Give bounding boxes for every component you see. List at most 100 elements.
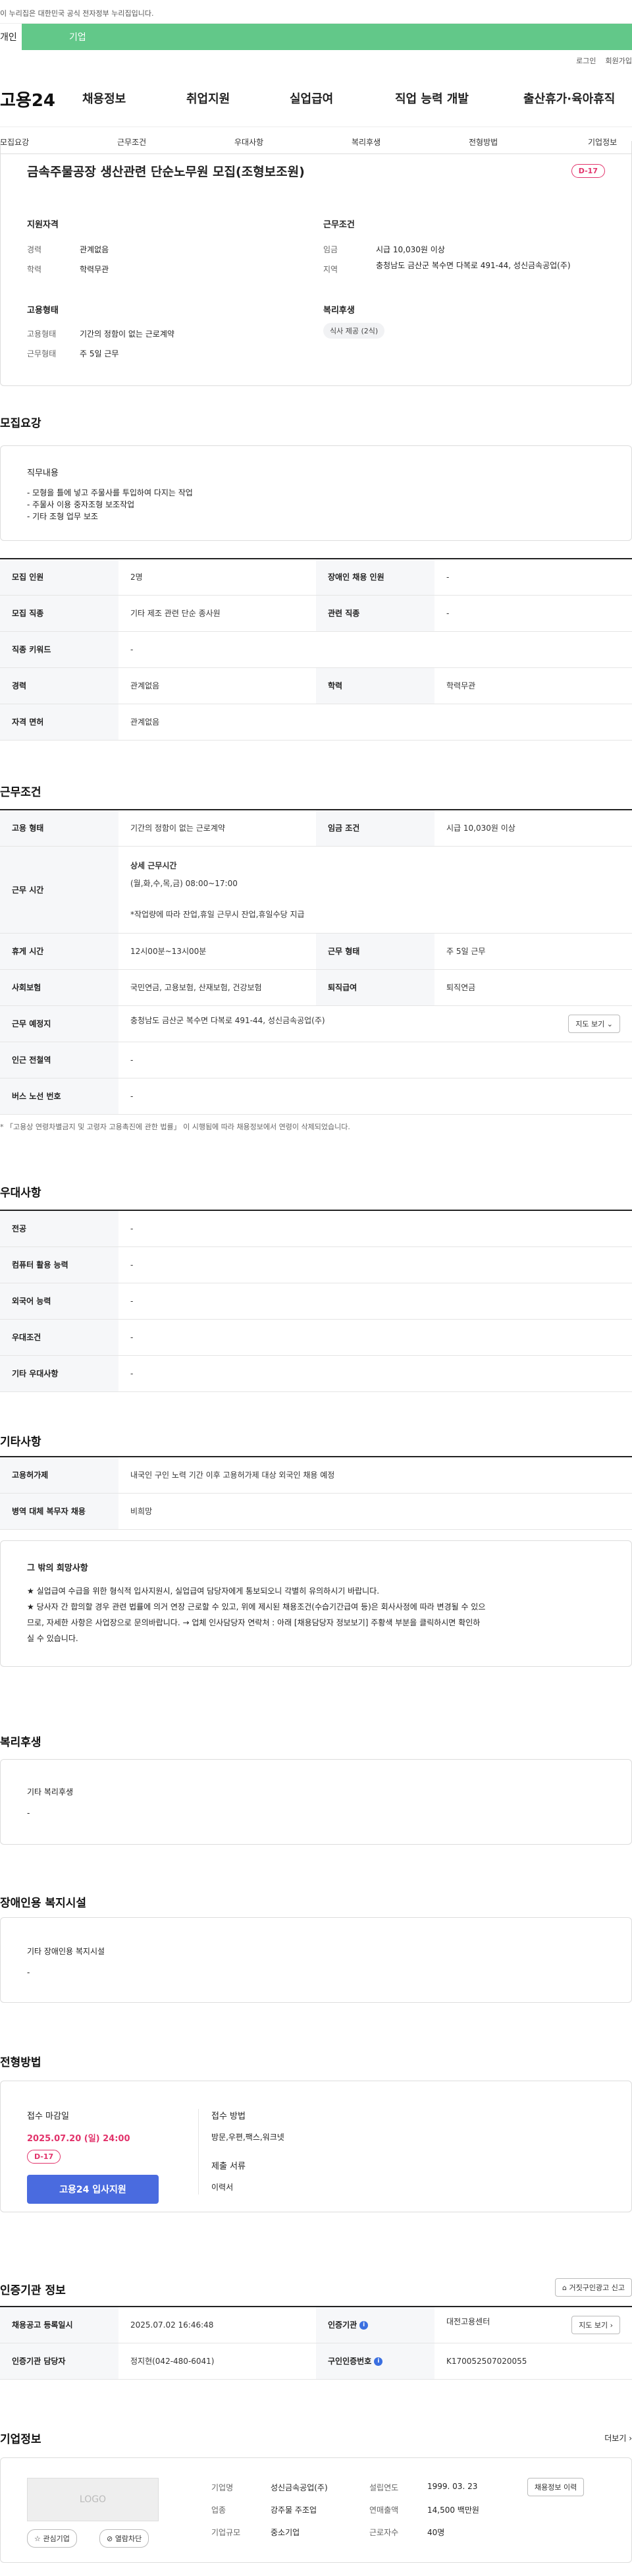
apply-button[interactable]: 고용24 입사지원 — [27, 2175, 159, 2204]
row-value: K170052507020055 — [434, 2343, 632, 2380]
process-divider — [198, 2109, 199, 2195]
row-value: 2025.07.02 16:46:48 — [118, 2306, 316, 2343]
time-head: 상세 근무시간 — [130, 860, 177, 870]
row-value: 주 5일 근무 — [434, 933, 632, 970]
work-heading: 근무조건 — [0, 786, 41, 799]
signup-link[interactable]: 회원가입 — [606, 55, 632, 66]
docs-heading: 제출 서류 — [211, 2162, 246, 2171]
row-value: 국민연금, 고용보험, 산재보험, 건강보험 — [118, 969, 316, 1006]
block-view-button[interactable]: ⊘ 열람차단 — [99, 2529, 149, 2548]
extra-line-1: ★ 실업급여 수급을 위한 형식적 입사지원시, 실업급여 담당자에게 통보되오… — [27, 1586, 380, 1596]
duty-line-3: - 기타 조형 업무 보조 — [27, 512, 98, 521]
nav-unemployment-benefits[interactable]: 실업급여 — [290, 90, 333, 107]
job-history-button[interactable]: 채용정보 이력 — [527, 2478, 585, 2496]
row-value: 12시00분~13시00분 — [118, 933, 316, 970]
row-value: 상세 근무시간 (월,화,수,목,금) 08:00~17:00 *작업량에 따라… — [118, 846, 632, 934]
company-industry-key: 업종 — [211, 2506, 226, 2515]
disabled-heading: 장애인용 복지시설 — [0, 1897, 87, 1910]
row-key: 인증기관 i — [316, 2306, 434, 2343]
duty-heading: 직무내용 — [27, 468, 59, 478]
agency-map-label: 지도 보기 — [579, 2320, 608, 2330]
no-key: 구인인증번호 — [328, 2357, 372, 2366]
site-logo[interactable]: 고용24 — [0, 87, 82, 111]
row-key: 외국어 능력 — [0, 1283, 118, 1320]
company-more-link[interactable]: 더보기 › — [604, 2432, 632, 2444]
row-key: 경력 — [0, 667, 118, 704]
deadline-heading: 접수 마감일 — [27, 2112, 69, 2121]
place-value: 충청남도 금산군 복수면 다복로 491-44, 성신금속공업(주) — [130, 1015, 325, 1025]
row-key: 임금 조건 — [316, 809, 434, 847]
row-value: - — [118, 1246, 632, 1283]
row-key: 구인인증번호 i — [316, 2343, 434, 2380]
emptype-label: 고용형태 — [27, 329, 57, 339]
info-icon[interactable]: i — [374, 2357, 383, 2366]
tab-personal[interactable]: 개인 — [0, 24, 22, 50]
company-est-value: 1999. 03. 23 — [427, 2482, 478, 2491]
welfare-chip: 식사 제공 (2식) — [323, 323, 385, 339]
worktype-value: 주 5일 근무 — [80, 349, 119, 358]
gov-banner: 이 누리집은 대한민국 공식 전자정부 누리집입니다. — [0, 0, 632, 24]
nav-jobs[interactable]: 채용정보 — [82, 90, 126, 107]
table-row: 근무 시간 상세 근무시간 (월,화,수,목,금) 08:00~17:00 *작… — [0, 846, 632, 934]
dday-badge: D-17 — [571, 164, 605, 178]
job-title: 금속주물공장 생산관련 단순노무원 모집(조형보조원) — [27, 165, 305, 179]
company-sales-key: 연매출액 — [369, 2506, 399, 2515]
row-value: 관계없음 — [118, 704, 632, 741]
row-key: 기타 우대사항 — [0, 1355, 118, 1392]
row-key: 휴게 시간 — [0, 933, 118, 970]
row-key: 인증기관 담당자 — [0, 2343, 118, 2380]
table-row: 모집 직종 기타 제조 관련 단순 종사원 관련 직종 - — [0, 595, 632, 632]
row-value: - — [118, 1210, 632, 1247]
method-heading: 접수 방법 — [211, 2112, 246, 2121]
table-row: 자격 면허 관계없음 — [0, 704, 632, 741]
row-value: - — [434, 595, 632, 632]
row-value: 학력무관 — [434, 667, 632, 704]
tab-company[interactable]: 기업 — [22, 24, 632, 50]
row-key: 직종 키워드 — [0, 631, 118, 668]
favorite-company-button[interactable]: ☆ 관심기업 — [27, 2529, 77, 2548]
welfare-heading-main: 복리후생 — [0, 1736, 41, 1749]
row-key: 채용공고 등록일시 — [0, 2306, 118, 2343]
login-link[interactable]: 로그인 — [576, 55, 596, 66]
table-row: 채용공고 등록일시 2025.07.02 16:46:48 인증기관 i 대전고용센터 지… — [0, 2306, 632, 2343]
row-key: 모집 인원 — [0, 558, 118, 596]
row-key: 관련 직종 — [316, 595, 434, 632]
row-value: 시급 10,030원 이상 — [434, 809, 632, 847]
row-value: 정지현(042-480-6041) — [118, 2343, 316, 2380]
info-icon[interactable]: i — [359, 2321, 369, 2330]
row-key: 근무 형태 — [316, 933, 434, 970]
map-button[interactable]: 지도 보기 ⌄ — [568, 1014, 620, 1033]
table-row: 고용허가제 내국인 구인 노력 기간 이후 고용허가제 대상 외국인 채용 예정 — [0, 1456, 632, 1494]
report-button[interactable]: ⌂ 거짓구인광고 신고 — [555, 2278, 632, 2297]
row-value: - — [118, 1355, 632, 1392]
table-row: 휴게 시간 12시00분~13시00분 근무 형태 주 5일 근무 — [0, 933, 632, 970]
duty-line-2: - 주물사 이용 중자조형 보조작업 — [27, 500, 135, 509]
table-row: 인근 전철역 - — [0, 1042, 632, 1078]
table-row: 외국어 능력 - — [0, 1283, 632, 1320]
process-box: 접수 마감일 2025.07.20 (일) 24:00 D-17 고용24 입사… — [0, 2081, 632, 2212]
disabled-box-title: 기타 장애인용 복지시설 — [27, 1947, 105, 1956]
row-value: 대전고용센터 지도 보기 › — [434, 2306, 632, 2343]
star-icon: ☆ — [34, 2534, 41, 2543]
docs-value: 이력서 — [211, 2183, 234, 2192]
nav-job-training[interactable]: 직업 능력 개발 — [395, 90, 469, 107]
chevron-right-icon: › — [629, 2434, 632, 2443]
row-key: 컴퓨터 활용 능력 — [0, 1246, 118, 1283]
extra-line-4: 실 수 있습니다. — [27, 1634, 78, 1643]
extra-line-2: ★ 당사자 간 합의할 경우 관련 법률에 의거 연장 근로할 수 있고, 위에… — [27, 1602, 486, 1611]
gov-banner-text: 이 누리집은 대한민국 공식 전자정부 누리집입니다. — [0, 9, 154, 18]
nav-parental-leave[interactable]: 출산휴가·육아휴직 — [523, 90, 632, 107]
worktype-label: 근무형태 — [27, 349, 57, 358]
report-button-label: 거짓구인광고 신고 — [569, 2283, 625, 2292]
table-row: 컴퓨터 활용 능력 - — [0, 1246, 632, 1283]
top-links: 로그인 회원가입 — [576, 55, 632, 66]
agency-map-button[interactable]: 지도 보기 › — [571, 2315, 620, 2334]
welfare-box-value: - — [27, 1808, 30, 1818]
row-key: 학력 — [316, 667, 434, 704]
company-heading: 기업정보 — [0, 2433, 41, 2446]
welfare-heading: 복리후생 — [323, 306, 355, 316]
company-more-label: 더보기 — [604, 2434, 627, 2443]
nav-employment-support[interactable]: 취업지원 — [186, 90, 230, 107]
row-value: 기타 제조 관련 단순 종사원 — [118, 595, 316, 632]
row-value: - — [118, 631, 632, 668]
